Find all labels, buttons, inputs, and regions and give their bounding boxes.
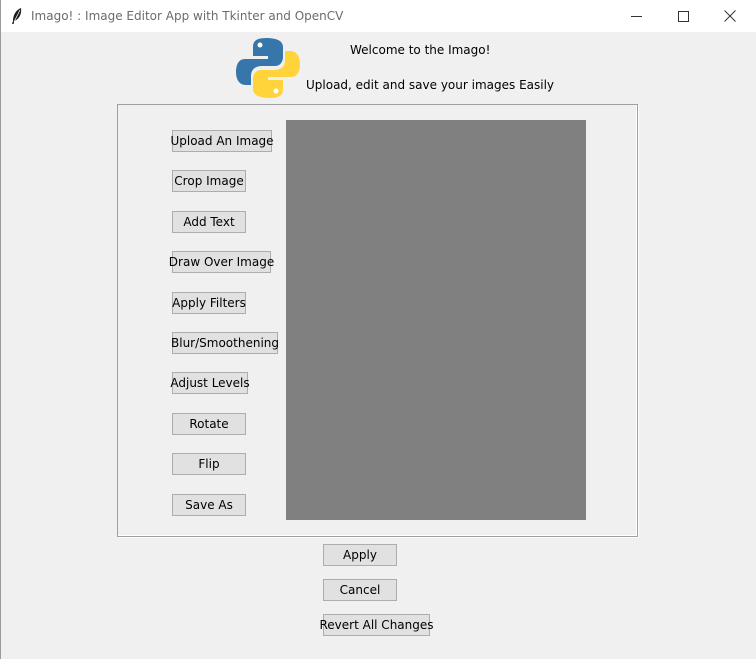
tagline-text: Upload, edit and save your images Easily xyxy=(306,78,555,92)
revert-all-changes-button[interactable]: Revert All Changes xyxy=(320,614,434,636)
window-title: Imago! : Image Editor App with Tkinter a… xyxy=(31,9,344,23)
add-text-button[interactable]: Add Text xyxy=(172,211,246,233)
save-as-button[interactable]: Save As xyxy=(172,494,246,516)
close-icon xyxy=(724,10,736,22)
minimize-button[interactable] xyxy=(613,0,659,32)
crop-image-button[interactable]: Crop Image xyxy=(172,170,246,192)
app-window: Imago! : Image Editor App with Tkinter a… xyxy=(0,0,756,659)
adjust-levels-button[interactable]: Adjust Levels xyxy=(170,372,250,394)
minimize-icon xyxy=(630,15,642,17)
python-logo-icon xyxy=(236,38,300,98)
maximize-button[interactable] xyxy=(660,0,706,32)
maximize-icon xyxy=(677,10,689,22)
apply-filters-button[interactable]: Apply Filters xyxy=(172,292,246,314)
cancel-button[interactable]: Cancel xyxy=(323,579,397,601)
flip-button[interactable]: Flip xyxy=(172,453,246,475)
apply-button[interactable]: Apply xyxy=(323,544,397,566)
close-button[interactable] xyxy=(707,0,753,32)
feather-icon xyxy=(12,8,22,24)
blur-smoothening-button[interactable]: Blur/Smoothening xyxy=(171,332,279,354)
image-canvas[interactable] xyxy=(286,120,586,520)
draw-over-image-button[interactable]: Draw Over Image xyxy=(169,251,274,273)
welcome-text: Welcome to the Imago! xyxy=(350,43,491,57)
upload-image-button[interactable]: Upload An Image xyxy=(170,130,274,152)
rotate-button[interactable]: Rotate xyxy=(172,413,246,435)
